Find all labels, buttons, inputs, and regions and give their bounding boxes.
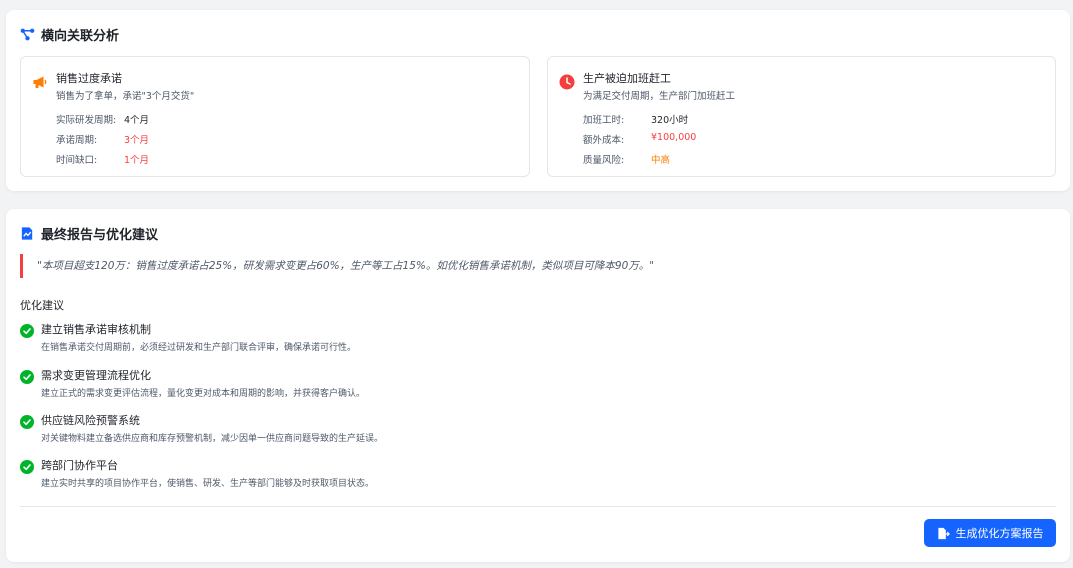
network-icon <box>20 28 35 41</box>
report-chart-icon <box>21 227 33 240</box>
kv-key: 加班工时: <box>583 115 625 126</box>
kv-value: 中高 <box>651 155 671 166</box>
check-circle-icon <box>20 415 34 429</box>
suggestion-title: 建立销售承诺审核机制 <box>41 323 151 336</box>
divider <box>20 506 1056 507</box>
suggestion-title: 供应链风险预警系统 <box>41 414 140 427</box>
panel-subtitle: 销售为了拿单，承诺"3个月交货" <box>56 91 195 102</box>
kv-value: ¥100,000 <box>651 132 697 143</box>
kv-row: 额外成本: ¥100,000 <box>583 132 696 146</box>
suggestion-title: 需求变更管理流程优化 <box>41 369 151 382</box>
suggestion-desc: 建立正式的需求变更评估流程，量化变更对成本和周期的影响，并获得客户确认。 <box>41 389 366 399</box>
panel-subtitle: 为满足交付周期，生产部门加班赶工 <box>583 91 736 102</box>
kv-key: 额外成本: <box>583 135 625 146</box>
suggestion-title: 跨部门协作平台 <box>41 459 118 472</box>
kv-key: 实际研发周期: <box>56 115 117 126</box>
final-report-title: 最终报告与优化建议 <box>41 228 159 243</box>
file-export-icon <box>937 527 950 539</box>
kv-key: 质量风险: <box>583 155 625 166</box>
lateral-analysis-card: 横向关联分析 销售过度承诺 销售为了拿单，承诺"3个月交货" 实际研发周期: 4… <box>6 10 1070 191</box>
generate-report-label: 生成优化方案报告 <box>955 527 1044 540</box>
suggestion-desc: 建立实时共享的项目协作平台，使销售、研发、生产等部门能够及时获取项目状态。 <box>41 479 375 489</box>
kv-value: 3个月 <box>124 135 150 146</box>
kv-row: 质量风险: 中高 <box>583 152 670 166</box>
panel-title: 生产被迫加班赶工 <box>583 72 671 85</box>
suggestions-label: 优化建议 <box>20 299 64 312</box>
check-circle-icon <box>20 324 34 338</box>
kv-row: 时间缺口: 1个月 <box>56 152 149 166</box>
check-circle-icon <box>20 460 34 474</box>
kv-row: 承诺周期: 3个月 <box>56 132 149 146</box>
clock-icon <box>559 74 575 90</box>
check-circle-icon <box>20 370 34 384</box>
kv-value: 4个月 <box>124 115 150 126</box>
lateral-analysis-title: 横向关联分析 <box>41 29 120 44</box>
final-report-header: 最终报告与优化建议 <box>20 224 158 243</box>
megaphone-icon <box>33 76 47 88</box>
kv-row: 实际研发周期: 4个月 <box>56 112 149 126</box>
kv-value: 320小时 <box>651 115 689 126</box>
generate-report-button[interactable]: 生成优化方案报告 <box>924 519 1056 547</box>
suggestion-desc: 对关键物料建立备选供应商和库存预警机制，减少因单一供应商问题导致的生产延误。 <box>41 434 384 444</box>
kv-row: 加班工时: 320小时 <box>583 112 688 126</box>
panel-title: 销售过度承诺 <box>56 72 122 85</box>
suggestion-desc: 在销售承诺交付周期前，必须经过研发和生产部门联合评审，确保承诺可行性。 <box>41 343 357 353</box>
kv-key: 承诺周期: <box>56 135 98 146</box>
kv-value: 1个月 <box>124 155 150 166</box>
kv-key: 时间缺口: <box>56 155 98 166</box>
summary-quote: "本项目超支120万：销售过度承诺占25%，研发需求变更占60%，生产等工占15… <box>20 254 1050 278</box>
sales-overcommit-panel: 销售过度承诺 销售为了拿单，承诺"3个月交货" 实际研发周期: 4个月 承诺周期… <box>20 56 530 177</box>
production-overtime-panel: 生产被迫加班赶工 为满足交付周期，生产部门加班赶工 加班工时: 320小时 额外… <box>547 56 1056 177</box>
lateral-analysis-header: 横向关联分析 <box>20 25 119 44</box>
final-report-card: 最终报告与优化建议 "本项目超支120万：销售过度承诺占25%，研发需求变更占6… <box>6 209 1070 562</box>
